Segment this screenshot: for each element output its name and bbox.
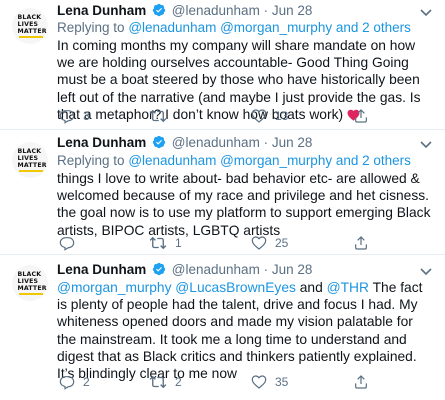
- chevron-down-icon[interactable]: [419, 4, 433, 17]
- avatar-text-line: BLACK: [17, 14, 42, 21]
- tweet-feed: BLACK LIVES MATTER Lena Dunham @lenadunh…: [0, 0, 445, 400]
- author-handle[interactable]: @lenadunham: [172, 135, 260, 150]
- share-icon: [355, 375, 367, 389]
- avatar[interactable]: BLACK LIVES MATTER: [12, 142, 48, 178]
- avatar-underline: [19, 293, 43, 295]
- author-handle[interactable]: @lenadunham: [172, 262, 260, 277]
- avatar-text-line: MATTER: [17, 285, 47, 292]
- retweet-button[interactable]: [149, 108, 175, 124]
- tweet-actions: 1 25: [57, 235, 433, 253]
- tweet-body: The fact is plenty of people had the tal…: [57, 280, 423, 382]
- replying-to-label: Replying to: [57, 153, 125, 168]
- like-count: 13: [275, 109, 289, 123]
- tweet-text: @morgan_murphy @LucasBrownEyes and @THR …: [57, 279, 431, 382]
- tweet-mentions[interactable]: @morgan_murphy @LucasBrownEyes: [57, 280, 296, 295]
- retweet-icon: [149, 375, 167, 389]
- retweet-icon: [149, 236, 167, 250]
- avatar-text-line: MATTER: [17, 28, 47, 35]
- avatar[interactable]: BLACK LIVES MATTER: [12, 8, 48, 44]
- reply-count: 3: [83, 109, 90, 123]
- replying-to-label: Replying to: [57, 20, 125, 35]
- author-name[interactable]: Lena Dunham: [57, 262, 146, 277]
- retweet-icon: [149, 109, 167, 123]
- reply-button[interactable]: 3: [59, 108, 90, 124]
- separator-dot: ·: [263, 3, 269, 18]
- retweet-button[interactable]: 1: [149, 235, 182, 251]
- author-name[interactable]: Lena Dunham: [57, 3, 146, 18]
- avatar-text-line: LIVES: [17, 278, 39, 285]
- like-button[interactable]: 25: [251, 235, 288, 251]
- tweet-mentions-and: and: [299, 280, 323, 295]
- avatar-text-line: BLACK: [17, 148, 42, 155]
- tweet[interactable]: BLACK LIVES MATTER Lena Dunham @lenadunh…: [0, 255, 445, 400]
- like-count: 35: [275, 375, 289, 389]
- share-button[interactable]: [353, 374, 369, 390]
- tweet-header: Lena Dunham @lenadunham · Jun 28: [57, 261, 312, 281]
- reply-icon: [59, 376, 75, 390]
- share-button[interactable]: [353, 235, 369, 251]
- replying-to-others[interactable]: and 2 others: [336, 20, 411, 35]
- avatar-text-line: LIVES: [17, 155, 39, 162]
- chevron-down-icon[interactable]: [419, 136, 433, 149]
- like-icon: [251, 109, 267, 123]
- chevron-down-icon[interactable]: [419, 263, 433, 276]
- replying-to: Replying to @lenadunham @morgan_murphy a…: [57, 152, 411, 170]
- tweet-date[interactable]: Jun 28: [272, 262, 313, 277]
- tweet-text: things I love to write about- bad behavi…: [57, 170, 431, 239]
- replying-to: Replying to @lenadunham @morgan_murphy a…: [57, 19, 411, 37]
- avatar-underline: [19, 36, 43, 38]
- avatar-underline: [19, 170, 43, 172]
- avatar-text-line: MATTER: [17, 162, 47, 169]
- separator-dot: ·: [263, 135, 269, 150]
- reply-icon: [59, 237, 75, 251]
- replying-to-mentions[interactable]: @lenadunham @morgan_murphy: [128, 20, 332, 35]
- tweet[interactable]: BLACK LIVES MATTER Lena Dunham @lenadunh…: [0, 130, 445, 255]
- author-name[interactable]: Lena Dunham: [57, 135, 146, 150]
- replying-to-others[interactable]: and 2 others: [336, 153, 411, 168]
- separator-dot: ·: [263, 262, 269, 277]
- tweet-actions: 3 13: [57, 108, 433, 126]
- reply-count: 2: [83, 375, 90, 389]
- retweet-count: 1: [175, 236, 182, 250]
- share-icon: [355, 236, 367, 250]
- like-icon: [251, 375, 267, 389]
- author-handle[interactable]: @lenadunham: [172, 3, 260, 18]
- reply-button[interactable]: 2: [59, 374, 90, 390]
- tweet-body: things I love to write about- bad behavi…: [57, 171, 431, 238]
- avatar[interactable]: BLACK LIVES MATTER: [12, 265, 48, 301]
- like-icon: [251, 236, 267, 250]
- tweet-date[interactable]: Jun 28: [272, 3, 313, 18]
- share-button[interactable]: [353, 108, 369, 124]
- tweet-header: Lena Dunham @lenadunham · Jun 28: [57, 134, 312, 154]
- retweet-button[interactable]: 2: [149, 374, 182, 390]
- retweet-count: 2: [175, 375, 182, 389]
- like-button[interactable]: 35: [251, 374, 288, 390]
- like-button[interactable]: 13: [251, 108, 288, 124]
- share-icon: [355, 109, 367, 123]
- avatar-text-line: LIVES: [17, 21, 39, 28]
- tweet-mention-last[interactable]: @THR: [327, 280, 369, 295]
- reply-icon: [59, 110, 75, 124]
- tweet-actions: 2 2 35: [57, 374, 433, 392]
- reply-button[interactable]: [59, 235, 83, 251]
- replying-to-mentions[interactable]: @lenadunham @morgan_murphy: [128, 153, 332, 168]
- tweet-date[interactable]: Jun 28: [272, 135, 313, 150]
- avatar-text-line: BLACK: [17, 271, 42, 278]
- tweet[interactable]: BLACK LIVES MATTER Lena Dunham @lenadunh…: [0, 0, 445, 130]
- like-count: 25: [275, 236, 289, 250]
